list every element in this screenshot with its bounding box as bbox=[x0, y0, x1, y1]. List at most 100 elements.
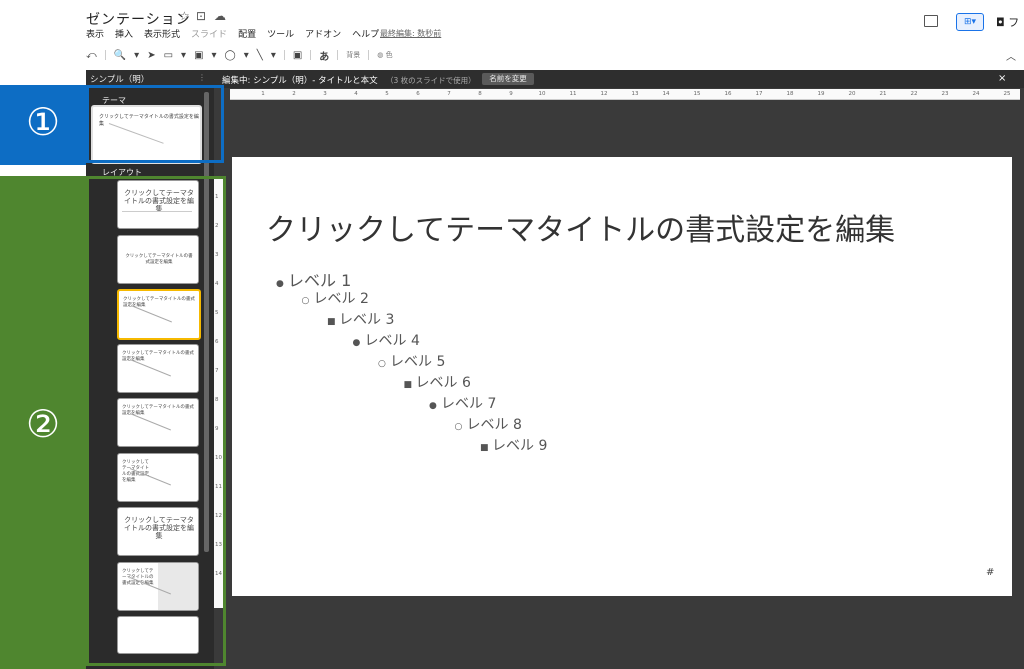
toolbar-divider bbox=[310, 50, 312, 60]
color-button[interactable]: ◍ 色 bbox=[377, 50, 392, 60]
undo-icon[interactable]: ⤺ bbox=[86, 50, 97, 61]
line-icon[interactable]: ╲ bbox=[257, 50, 263, 61]
ruler-tick-label: 23 bbox=[941, 91, 949, 97]
chevron-down-icon[interactable]: ▾ bbox=[212, 50, 217, 61]
menu-tools[interactable]: ツール bbox=[267, 27, 294, 41]
ruler-tick-label: 10 bbox=[538, 91, 546, 97]
ruler-tick-label: 6 bbox=[416, 91, 420, 97]
toolbar: ⤺ 🔍 ▾ ➤ ▭ ▾ ▣ ▾ ◯ ▾ ╲ ▾ ▣ あ 背景 ◍ 色 bbox=[86, 48, 393, 63]
font-button[interactable]: あ bbox=[319, 48, 329, 63]
drag-handle-icon[interactable]: ⋮ bbox=[198, 73, 206, 82]
chevron-down-icon[interactable]: ▾ bbox=[134, 50, 139, 61]
shape-icon[interactable]: ◯ bbox=[225, 50, 236, 61]
annotation-2-panel: ② bbox=[0, 176, 86, 669]
ruler-tick-label: 24 bbox=[972, 91, 980, 97]
body-level-text: レベル 8 bbox=[466, 417, 522, 433]
body-level-text: レベル 9 bbox=[492, 438, 548, 454]
body-level-7[interactable]: ● レベル 7 bbox=[429, 393, 496, 413]
ruler-tick-label: 1 bbox=[261, 91, 265, 97]
menu-slide[interactable]: スライド bbox=[191, 27, 227, 41]
select-arrow-icon[interactable]: ➤ bbox=[147, 50, 155, 61]
ruler-tick-label: 14 bbox=[662, 91, 670, 97]
menu-insert[interactable]: 挿入 bbox=[115, 27, 133, 41]
ruler-tick-label: 8 bbox=[478, 91, 482, 97]
horizontal-ruler[interactable]: 1 2 3 4 5 6 7 8 9 10 11 12 13 14 15 16 17 18 19 20 21 22 23 24 2… bbox=[230, 89, 1020, 100]
body-level-2[interactable]: ○ レベル 2 bbox=[302, 288, 369, 308]
menu-arrange[interactable]: 配置 bbox=[238, 27, 256, 41]
bullet-icon: ■ bbox=[327, 317, 336, 327]
bullet-icon: ■ bbox=[480, 443, 489, 453]
annotation-2-number: ② bbox=[25, 402, 61, 446]
bullet-icon: ○ bbox=[454, 422, 463, 432]
chevron-down-icon[interactable]: ▾ bbox=[181, 50, 186, 61]
toolbar-divider bbox=[283, 50, 285, 60]
background-button[interactable]: 背景 bbox=[346, 50, 360, 60]
annotation-1-outline bbox=[86, 85, 224, 163]
bullet-icon: ● bbox=[429, 401, 437, 411]
present-button[interactable]: ⊞▾ bbox=[956, 13, 984, 31]
toolbar-divider bbox=[104, 50, 106, 60]
bullet-icon: ○ bbox=[301, 296, 310, 306]
annotation-1-number: ① bbox=[25, 100, 61, 144]
bullet-icon: ● bbox=[352, 338, 361, 348]
presentation-title[interactable]: ゼンテーション bbox=[86, 9, 191, 29]
ruler-tick-label: 16 bbox=[724, 91, 732, 97]
rename-button[interactable]: 名前を変更 bbox=[482, 73, 534, 85]
slide-title-placeholder[interactable]: クリックしてテーマタイトルの書式設定を編集 bbox=[266, 205, 895, 249]
textbox-icon[interactable]: ▭ bbox=[164, 50, 173, 61]
comment-icon[interactable] bbox=[924, 15, 938, 27]
ruler-tick-label: 21 bbox=[879, 91, 887, 97]
ruler-tick-label: 20 bbox=[848, 91, 856, 97]
ruler-tick-label: 4 bbox=[354, 91, 358, 97]
ruler-tick-label: 7 bbox=[447, 91, 451, 97]
ruler-tick-label: 18 bbox=[786, 91, 794, 97]
body-level-text: レベル 5 bbox=[390, 354, 446, 370]
ruler-tick-label: 19 bbox=[817, 91, 825, 97]
theme-name: シンプル（明） bbox=[90, 75, 150, 85]
last-edit-link[interactable]: 最終編集: 数秒前 bbox=[380, 28, 441, 39]
ruler-tick-label: 15 bbox=[693, 91, 701, 97]
slide-number-placeholder[interactable]: # bbox=[986, 567, 994, 578]
menu-addons[interactable]: アドオン bbox=[305, 27, 341, 41]
zoom-icon[interactable]: 🔍 bbox=[114, 50, 126, 61]
body-level-text: レベル 4 bbox=[364, 333, 420, 349]
annotation-1-panel: ① bbox=[0, 85, 86, 165]
ruler-tick-label: 12 bbox=[600, 91, 608, 97]
body-level-9[interactable]: ■ レベル 9 bbox=[480, 435, 547, 455]
body-level-6[interactable]: ■ レベル 6 bbox=[404, 372, 471, 392]
folder-icon[interactable]: ⊡ bbox=[196, 9, 206, 23]
menu-format[interactable]: 表示形式 bbox=[144, 27, 180, 41]
menu-help[interactable]: ヘルプ bbox=[352, 27, 379, 41]
ruler-tick-label: 22 bbox=[910, 91, 918, 97]
ruler-tick-label: 13 bbox=[631, 91, 639, 97]
ruler-tick-label: 2 bbox=[292, 91, 296, 97]
body-level-text: レベル 3 bbox=[339, 312, 395, 328]
close-icon[interactable]: × bbox=[998, 73, 1006, 84]
cloud-icon[interactable]: ☁ bbox=[214, 9, 226, 23]
chevron-down-icon[interactable]: ▾ bbox=[271, 50, 276, 61]
annotation-2-outline bbox=[86, 176, 226, 666]
ruler-tick-label: 25 bbox=[1003, 91, 1011, 97]
star-icon[interactable]: ☆ bbox=[179, 9, 190, 23]
ruler-tick-label: 5 bbox=[385, 91, 389, 97]
body-level-text: レベル 7 bbox=[441, 396, 497, 412]
ruler-tick-label: 17 bbox=[755, 91, 763, 97]
ruler-tick-label: 11 bbox=[569, 91, 577, 97]
toolbar-divider bbox=[368, 50, 370, 60]
body-level-8[interactable]: ○ レベル 8 bbox=[455, 414, 522, 434]
toolbar-divider bbox=[337, 50, 339, 60]
image-icon[interactable]: ▣ bbox=[194, 50, 203, 61]
share-button[interactable]: ◘ フ bbox=[996, 14, 1019, 30]
placeholder-icon[interactable]: ▣ bbox=[293, 50, 302, 61]
bullet-icon: ■ bbox=[403, 380, 413, 390]
menu-view[interactable]: 表示 bbox=[86, 27, 104, 41]
body-level-3[interactable]: ■ レベル 3 bbox=[327, 309, 394, 329]
body-level-text: レベル 2 bbox=[313, 291, 369, 307]
editing-layout-label: 編集中: シンプル（明）- タイトルと本文 bbox=[222, 76, 378, 86]
body-level-4[interactable]: ● レベル 4 bbox=[353, 330, 420, 350]
chevron-up-icon[interactable]: ︿ bbox=[1006, 48, 1016, 63]
ruler-tick-label: 3 bbox=[323, 91, 327, 97]
body-level-5[interactable]: ○ レベル 5 bbox=[378, 351, 445, 371]
menu-bar: 表示 挿入 表示形式 スライド 配置 ツール アドオン ヘルプ bbox=[86, 27, 379, 41]
chevron-down-icon[interactable]: ▾ bbox=[244, 50, 249, 61]
